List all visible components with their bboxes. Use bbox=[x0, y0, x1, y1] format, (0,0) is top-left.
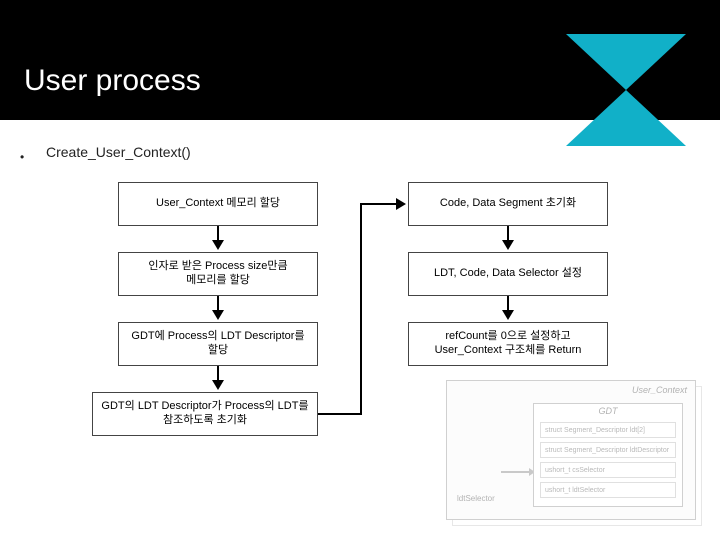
arrow-down-icon bbox=[212, 226, 224, 252]
title-bar: User process bbox=[0, 0, 720, 120]
flow-node-r2: LDT, Code, Data Selector 설정 bbox=[408, 252, 608, 296]
arrow-down-icon bbox=[212, 296, 224, 322]
struct-outer-label: User_Context bbox=[632, 385, 687, 395]
arrow-right-icon bbox=[501, 471, 529, 473]
struct-left-label: ldtSelector bbox=[457, 494, 495, 503]
struct-outer-box: User_Context ldtSelector GDT struct Segm… bbox=[446, 380, 696, 520]
struct-row: struct Segment_Descriptor ldt[2] bbox=[540, 422, 676, 438]
arrow-right-icon bbox=[396, 198, 406, 210]
connector-segment bbox=[360, 203, 362, 415]
struct-diagram: User_Context ldtSelector GDT struct Segm… bbox=[446, 380, 696, 520]
slide-body: • Create_User_Context() User_Context 메모리… bbox=[0, 120, 720, 540]
flow-node-l3: GDT에 Process의 LDT Descriptor를 할당 bbox=[118, 322, 318, 366]
flow-node-r1: Code, Data Segment 초기화 bbox=[408, 182, 608, 226]
struct-inner-box: GDT struct Segment_Descriptor ldt[2] str… bbox=[533, 403, 683, 507]
arrow-down-icon bbox=[212, 366, 224, 392]
triangle-top-icon bbox=[566, 34, 686, 90]
connector-segment bbox=[362, 203, 398, 205]
bullet-text: Create_User_Context() bbox=[46, 144, 191, 160]
flow-node-l4: GDT의 LDT Descriptor가 Process의 LDT를참조하도록 … bbox=[92, 392, 318, 436]
bullet-icon: • bbox=[20, 150, 24, 164]
arrow-down-icon bbox=[502, 296, 514, 322]
flow-node-r3: refCount를 0으로 설정하고User_Context 구조체를 Retu… bbox=[408, 322, 608, 366]
struct-inner-title: GDT bbox=[534, 406, 682, 416]
arrow-down-icon bbox=[502, 226, 514, 252]
struct-row: ushort_t csSelector bbox=[540, 462, 676, 478]
flow-node-l1: User_Context 메모리 할당 bbox=[118, 182, 318, 226]
slide-title: User process bbox=[24, 64, 201, 98]
struct-row: ushort_t ldtSelector bbox=[540, 482, 676, 498]
struct-row: struct Segment_Descriptor ldtDescriptor bbox=[540, 442, 676, 458]
flow-node-l2: 인자로 받은 Process size만큼메모리를 할당 bbox=[118, 252, 318, 296]
connector-segment bbox=[318, 413, 362, 415]
